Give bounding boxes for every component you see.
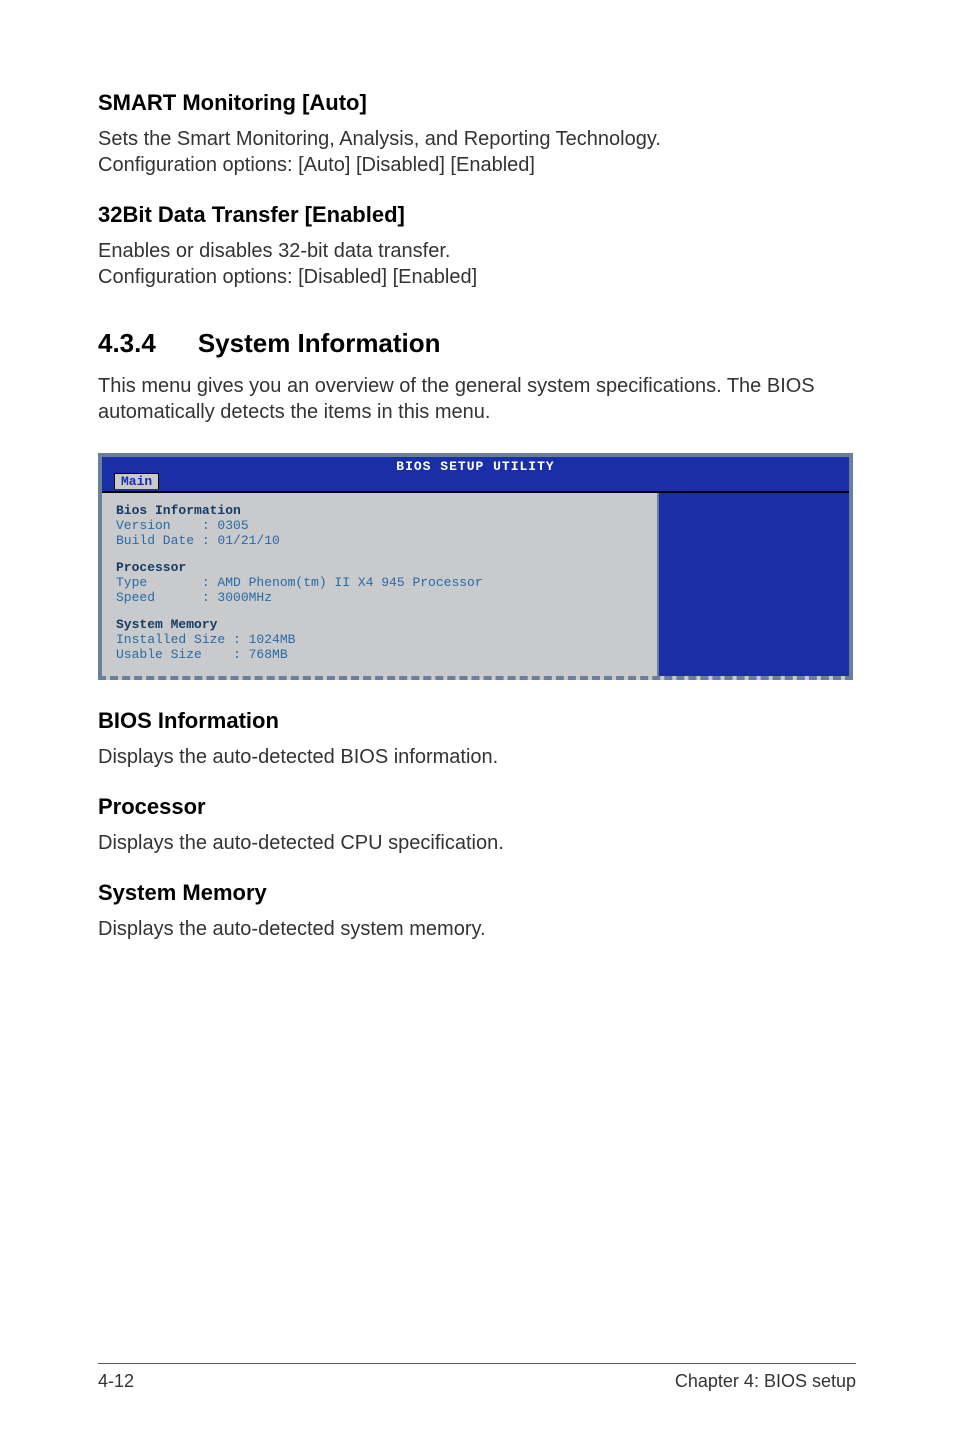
heading-bios-information: BIOS Information — [98, 708, 856, 734]
bios-field-line: Version : 0305 — [116, 518, 643, 533]
bios-field-line: Installed Size : 1024MB — [116, 632, 643, 647]
bios-screenshot: BIOS SETUP UTILITY Main Bios Information… — [98, 453, 856, 680]
paragraph: Displays the auto-detected system memory… — [98, 916, 856, 942]
paragraph: Enables or disables 32-bit data transfer… — [98, 238, 856, 290]
paragraph: Displays the auto-detected BIOS informat… — [98, 744, 856, 770]
paragraph: Sets the Smart Monitoring, Analysis, and… — [98, 126, 856, 178]
bios-field-line: Usable Size : 768MB — [116, 647, 643, 662]
bios-group-heading: Processor — [116, 560, 643, 575]
bios-info-block: Processor Type : AMD Phenom(tm) II X4 94… — [116, 560, 643, 605]
text-line: Configuration options: [Auto] [Disabled]… — [98, 154, 535, 176]
bios-title: BIOS SETUP UTILITY — [102, 459, 849, 474]
chapter-label: Chapter 4: BIOS setup — [675, 1371, 856, 1392]
page-footer: 4-12 Chapter 4: BIOS setup — [98, 1371, 856, 1392]
bios-tab-main: Main — [114, 473, 159, 489]
heading-smart-monitoring: SMART Monitoring [Auto] — [98, 90, 856, 116]
paragraph: Displays the auto-detected CPU specifica… — [98, 830, 856, 856]
bios-field-line: Speed : 3000MHz — [116, 590, 643, 605]
bios-info-block: System Memory Installed Size : 1024MB Us… — [116, 617, 643, 662]
bios-group-heading: Bios Information — [116, 503, 643, 518]
bios-side-pane — [659, 493, 849, 676]
page-number: 4-12 — [98, 1371, 134, 1392]
text-line: Configuration options: [Disabled] [Enabl… — [98, 266, 477, 288]
bios-group-heading: System Memory — [116, 617, 643, 632]
section-title: System Information — [198, 328, 441, 359]
paragraph: This menu gives you an overview of the g… — [98, 373, 856, 425]
footer-rule — [98, 1363, 856, 1364]
section-heading-row: 4.3.4 System Information — [98, 328, 856, 359]
text-line: Enables or disables 32-bit data transfer… — [98, 240, 450, 262]
bios-body: Bios Information Version : 0305 Build Da… — [102, 493, 849, 676]
heading-system-memory: System Memory — [98, 880, 856, 906]
bios-info-block: Bios Information Version : 0305 Build Da… — [116, 503, 643, 548]
heading-32bit-data-transfer: 32Bit Data Transfer [Enabled] — [98, 202, 856, 228]
heading-processor: Processor — [98, 794, 856, 820]
bios-header: BIOS SETUP UTILITY Main — [102, 457, 849, 493]
text-line: Sets the Smart Monitoring, Analysis, and… — [98, 128, 661, 150]
bios-content-pane: Bios Information Version : 0305 Build Da… — [102, 493, 659, 676]
bios-field-line: Type : AMD Phenom(tm) II X4 945 Processo… — [116, 575, 643, 590]
bios-window: BIOS SETUP UTILITY Main Bios Information… — [98, 453, 853, 680]
section-number: 4.3.4 — [98, 328, 156, 359]
bios-field-line: Build Date : 01/21/10 — [116, 533, 643, 548]
